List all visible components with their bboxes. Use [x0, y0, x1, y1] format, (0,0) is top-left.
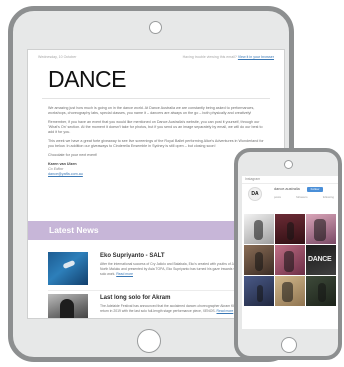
dancer-silhouette: [282, 282, 293, 302]
stat-followers[interactable]: followers: [296, 195, 307, 199]
read-more-link[interactable]: Read more: [116, 272, 133, 276]
body-paragraph-3: This week we have a great forte giveaway…: [48, 139, 264, 149]
news-description: After the international success of Cry J…: [100, 262, 250, 276]
diver-figure: [62, 259, 76, 270]
photo-tile-3[interactable]: [306, 214, 336, 244]
view-prompt: Having trouble viewing this email? View …: [182, 55, 274, 59]
photo-tile-5[interactable]: [275, 245, 305, 275]
profile-stats: posts followers following: [274, 195, 334, 199]
phone-home-button[interactable]: [281, 337, 297, 353]
dance-logo[interactable]: DANCE: [48, 68, 284, 91]
avatar[interactable]: DA: [248, 187, 262, 201]
body-paragraph-1: We amazing just how much is going on in …: [48, 106, 255, 116]
read-more-link[interactable]: Read more: [217, 309, 234, 313]
photo-tile-7[interactable]: [244, 276, 274, 306]
avatar-initials: DA: [251, 191, 259, 197]
dancer-silhouette: [287, 222, 294, 240]
diver-photo[interactable]: [48, 252, 88, 285]
photo-tile-6[interactable]: DANCE: [306, 245, 336, 275]
email-preheader: Wednesday, 10 October Having trouble vie…: [28, 50, 284, 59]
photo-tile-2[interactable]: [275, 214, 305, 244]
tile-caption: DANCE: [308, 256, 332, 263]
photo-tile-4[interactable]: [244, 245, 274, 275]
dancer-silhouette: [254, 220, 263, 240]
photo-grid: DANCE: [244, 214, 336, 306]
signature-email-link[interactable]: dance@yaffa.com.au: [48, 172, 264, 177]
dancer-silhouette: [255, 252, 263, 271]
view-in-browser-link[interactable]: View it in your browser: [238, 55, 274, 59]
instagram-profile-header: DA dance.australia Follow posts follower…: [242, 184, 338, 204]
stat-following[interactable]: following: [323, 195, 334, 199]
dancer-figure: [60, 299, 74, 318]
tablet-camera: [149, 21, 162, 34]
dancer-silhouette: [318, 283, 326, 302]
dancer-silhouette: [257, 285, 263, 302]
email-date: Wednesday, 10 October: [38, 55, 77, 59]
dancer-silhouette: [284, 251, 294, 272]
stat-posts: posts: [274, 195, 281, 199]
phone-screen: Instagram DA dance.australia Follow post…: [242, 176, 338, 329]
body-paragraph-4: Chocolate for your next event!: [48, 152, 98, 157]
dancer-silhouette: [314, 219, 326, 241]
instagram-app-bar: Instagram: [242, 176, 338, 184]
profile-handle: dance.australia: [274, 187, 300, 191]
phone-device: Instagram DA dance.australia Follow post…: [234, 148, 342, 360]
news-title[interactable]: Last long solo for Akram: [100, 295, 170, 301]
dancer-photo[interactable]: [48, 294, 88, 318]
photo-tile-9[interactable]: [306, 276, 336, 306]
news-title[interactable]: Eko Supriyanto - SALT: [100, 253, 165, 259]
photo-tile-1[interactable]: [244, 214, 274, 244]
body-paragraph-2: Remember, if you have an event that you …: [48, 119, 263, 135]
phone-camera: [284, 160, 293, 169]
tablet-home-button[interactable]: [137, 329, 161, 353]
photo-tile-8[interactable]: [275, 276, 305, 306]
follow-button[interactable]: Follow: [307, 187, 323, 192]
news-description: The Adelaide Festival has announced that…: [100, 304, 245, 313]
